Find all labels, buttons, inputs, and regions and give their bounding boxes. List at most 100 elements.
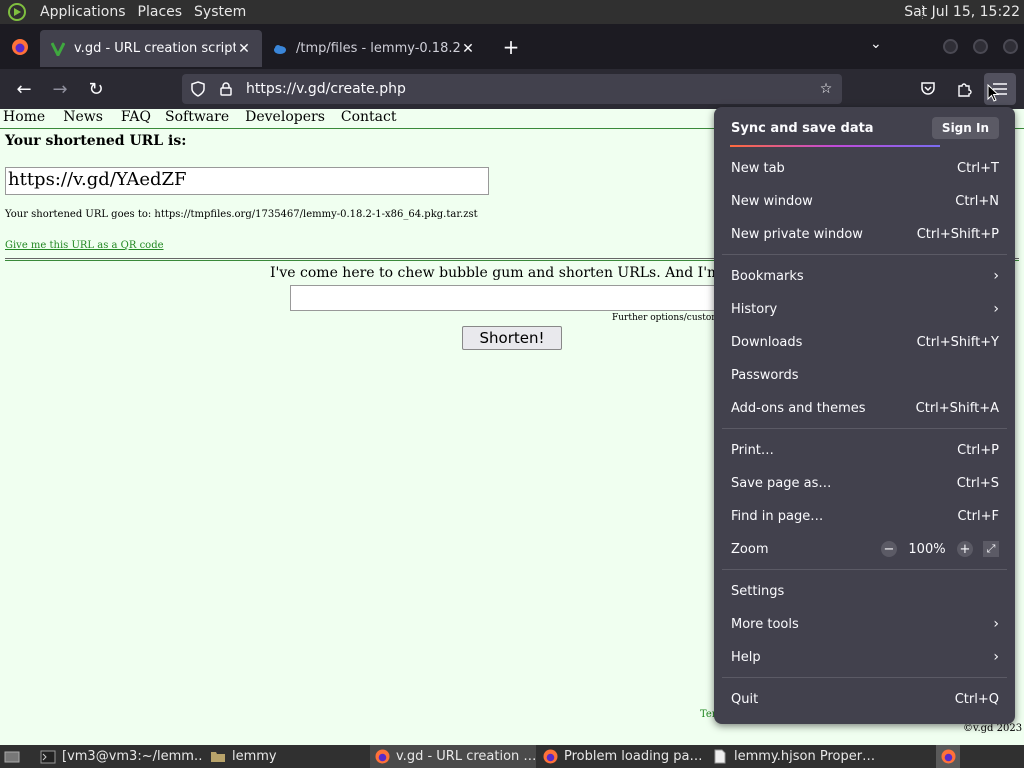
menu-item-help[interactable]: Help ›	[731, 644, 999, 670]
menu-item-label: Help	[731, 649, 761, 665]
sign-in-button[interactable]: Sign In	[931, 117, 999, 139]
menu-item-label: Downloads	[731, 334, 803, 350]
close-window-button[interactable]	[1003, 39, 1018, 54]
reload-icon[interactable]: ↻	[78, 73, 114, 105]
list-all-tabs-chevron-down-icon[interactable]: ⌄	[870, 36, 882, 52]
taskbar-item-terminal[interactable]: [vm3@vm3:~/lemm…	[36, 745, 202, 768]
new-tab-button[interactable]: +	[496, 35, 526, 59]
destination-url-text: Your shortened URL goes to: https://tmpf…	[5, 209, 478, 220]
menu-divider	[722, 677, 1007, 678]
sync-gradient-divider	[730, 145, 940, 147]
pocket-icon[interactable]	[912, 73, 944, 105]
menu-item-label: Passwords	[731, 367, 799, 383]
menu-item-label: New tab	[731, 160, 785, 176]
zoom-level[interactable]: 100%	[907, 542, 947, 557]
show-desktop-icon[interactable]	[0, 745, 30, 768]
menu-item-label: History	[731, 301, 778, 317]
address-bar[interactable]: https://v.gd/create.php ☆	[182, 74, 842, 104]
back-arrow-icon[interactable]: ←	[6, 73, 42, 105]
zoom-in-plus-icon[interactable]: +	[957, 541, 973, 557]
menu-item-history[interactable]: History ›	[731, 296, 999, 322]
folder-icon	[210, 749, 226, 765]
menu-item-save-page-as[interactable]: Save page as… Ctrl+S	[731, 470, 999, 496]
taskbar-item-lemmy-folder[interactable]: lemmy	[206, 745, 366, 768]
menu-item-passwords[interactable]: Passwords	[731, 362, 999, 388]
shortened-url-label: Your shortened URL is:	[5, 133, 187, 149]
long-url-input[interactable]	[290, 285, 735, 311]
tab-tmpfiles[interactable]: /tmp/files - lemmy-0.18.2-1-x ✕	[262, 30, 486, 67]
nav-news-link[interactable]: News	[63, 109, 103, 128]
close-tab-icon[interactable]: ✕	[460, 41, 476, 57]
forward-arrow-icon[interactable]: →	[42, 73, 78, 105]
menu-item-print[interactable]: Print… Ctrl+P	[731, 437, 999, 463]
qr-code-link[interactable]: Give me this URL as a QR code	[5, 240, 164, 251]
nav-developers-link[interactable]: Developers	[245, 109, 325, 128]
tab-title: v.gd - URL creation script	[74, 41, 236, 56]
application-menu-panel: Sync and save data Sign In New tab Ctrl+…	[714, 107, 1015, 724]
tray-firefox-icon[interactable]	[936, 745, 960, 768]
menu-item-label: Quit	[731, 691, 759, 707]
menu-item-label: Save page as…	[731, 475, 832, 491]
menu-item-new-tab[interactable]: New tab Ctrl+T	[731, 155, 999, 181]
nav-contact-link[interactable]: Contact	[341, 109, 397, 128]
taskbar-item-label: lemmy.hjson Proper…	[734, 749, 876, 764]
menu-divider	[722, 428, 1007, 429]
applications-menu[interactable]: Applications	[34, 0, 132, 24]
menu-item-settings[interactable]: Settings	[731, 578, 999, 604]
distro-logo-icon[interactable]	[6, 1, 28, 23]
clock[interactable]: Sat Jul 15, 15:22	[904, 0, 1020, 24]
shorten-button[interactable]: Shorten!	[462, 326, 562, 350]
menu-item-new-window[interactable]: New window Ctrl+N	[731, 188, 999, 214]
further-options-text[interactable]: Further options/custom U	[612, 313, 730, 323]
taskbar-item-label: lemmy	[232, 749, 277, 764]
system-panel: Applications Places System Sat Jul 15, 1…	[0, 0, 1024, 24]
shortened-url-field[interactable]: https://v.gd/YAedZF	[5, 167, 489, 195]
menu-item-shortcut: Ctrl+Q	[954, 691, 999, 707]
taskbar-item-vgd[interactable]: v.gd - URL creation …	[370, 745, 536, 768]
menu-item-shortcut: Ctrl+F	[957, 508, 999, 524]
menu-item-shortcut: Ctrl+T	[957, 160, 999, 176]
menu-item-shortcut: Ctrl+Shift+A	[915, 400, 999, 416]
cloud-favicon-icon	[272, 41, 288, 57]
taskbar-item-lemmy-hjson[interactable]: lemmy.hjson Proper…	[708, 745, 876, 768]
system-menu[interactable]: System	[188, 0, 252, 24]
menu-item-label: Print…	[731, 442, 774, 458]
nav-software-link[interactable]: Software	[165, 109, 229, 128]
fullscreen-expand-icon[interactable]: ⤢	[983, 541, 999, 557]
sync-and-save-row[interactable]: Sync and save data Sign In	[731, 115, 999, 141]
chevron-right-icon: ›	[993, 616, 999, 632]
zoom-controls: − 100% + ⤢	[881, 541, 999, 557]
nav-faq-link[interactable]: FAQ	[121, 109, 151, 128]
vgd-favicon-icon	[50, 41, 66, 57]
tab-vgd[interactable]: v.gd - URL creation script ✕	[40, 30, 262, 67]
menu-item-label: Find in page…	[731, 508, 824, 524]
places-menu[interactable]: Places	[132, 0, 189, 24]
menu-item-label: Settings	[731, 583, 785, 599]
menu-item-downloads[interactable]: Downloads Ctrl+Shift+Y	[731, 329, 999, 355]
menu-item-label: New private window	[731, 226, 863, 242]
menu-item-more-tools[interactable]: More tools ›	[731, 611, 999, 637]
shield-icon[interactable]	[184, 81, 212, 97]
taskbar-item-problem-loading[interactable]: Problem loading pa…	[538, 745, 706, 768]
tab-strip: v.gd - URL creation script ✕ /tmp/files …	[0, 24, 1024, 69]
menu-item-shortcut: Ctrl+S	[956, 475, 999, 491]
extensions-puzzle-icon[interactable]	[948, 73, 980, 105]
maximize-window-button[interactable]	[973, 39, 988, 54]
chevron-right-icon: ›	[993, 301, 999, 317]
bookmark-star-icon[interactable]: ☆	[812, 81, 840, 97]
nav-home-link[interactable]: Home	[3, 109, 45, 128]
lock-icon[interactable]	[212, 82, 240, 96]
menu-item-addons-and-themes[interactable]: Add-ons and themes Ctrl+Shift+A	[731, 395, 999, 421]
firefox-view-icon[interactable]	[0, 24, 40, 69]
menu-item-new-private-window[interactable]: New private window Ctrl+Shift+P	[731, 221, 999, 247]
zoom-out-minus-icon[interactable]: −	[881, 541, 897, 557]
menu-item-label: Zoom	[731, 541, 769, 557]
menu-item-quit[interactable]: Quit Ctrl+Q	[731, 686, 999, 712]
menu-item-bookmarks[interactable]: Bookmarks ›	[731, 263, 999, 289]
menu-item-find-in-page[interactable]: Find in page… Ctrl+F	[731, 503, 999, 529]
minimize-window-button[interactable]	[943, 39, 958, 54]
url-text[interactable]: https://v.gd/create.php	[246, 81, 812, 97]
taskbar-item-label: Problem loading pa…	[564, 749, 703, 764]
close-tab-icon[interactable]: ✕	[236, 41, 252, 57]
menu-item-shortcut: Ctrl+Shift+P	[916, 226, 999, 242]
